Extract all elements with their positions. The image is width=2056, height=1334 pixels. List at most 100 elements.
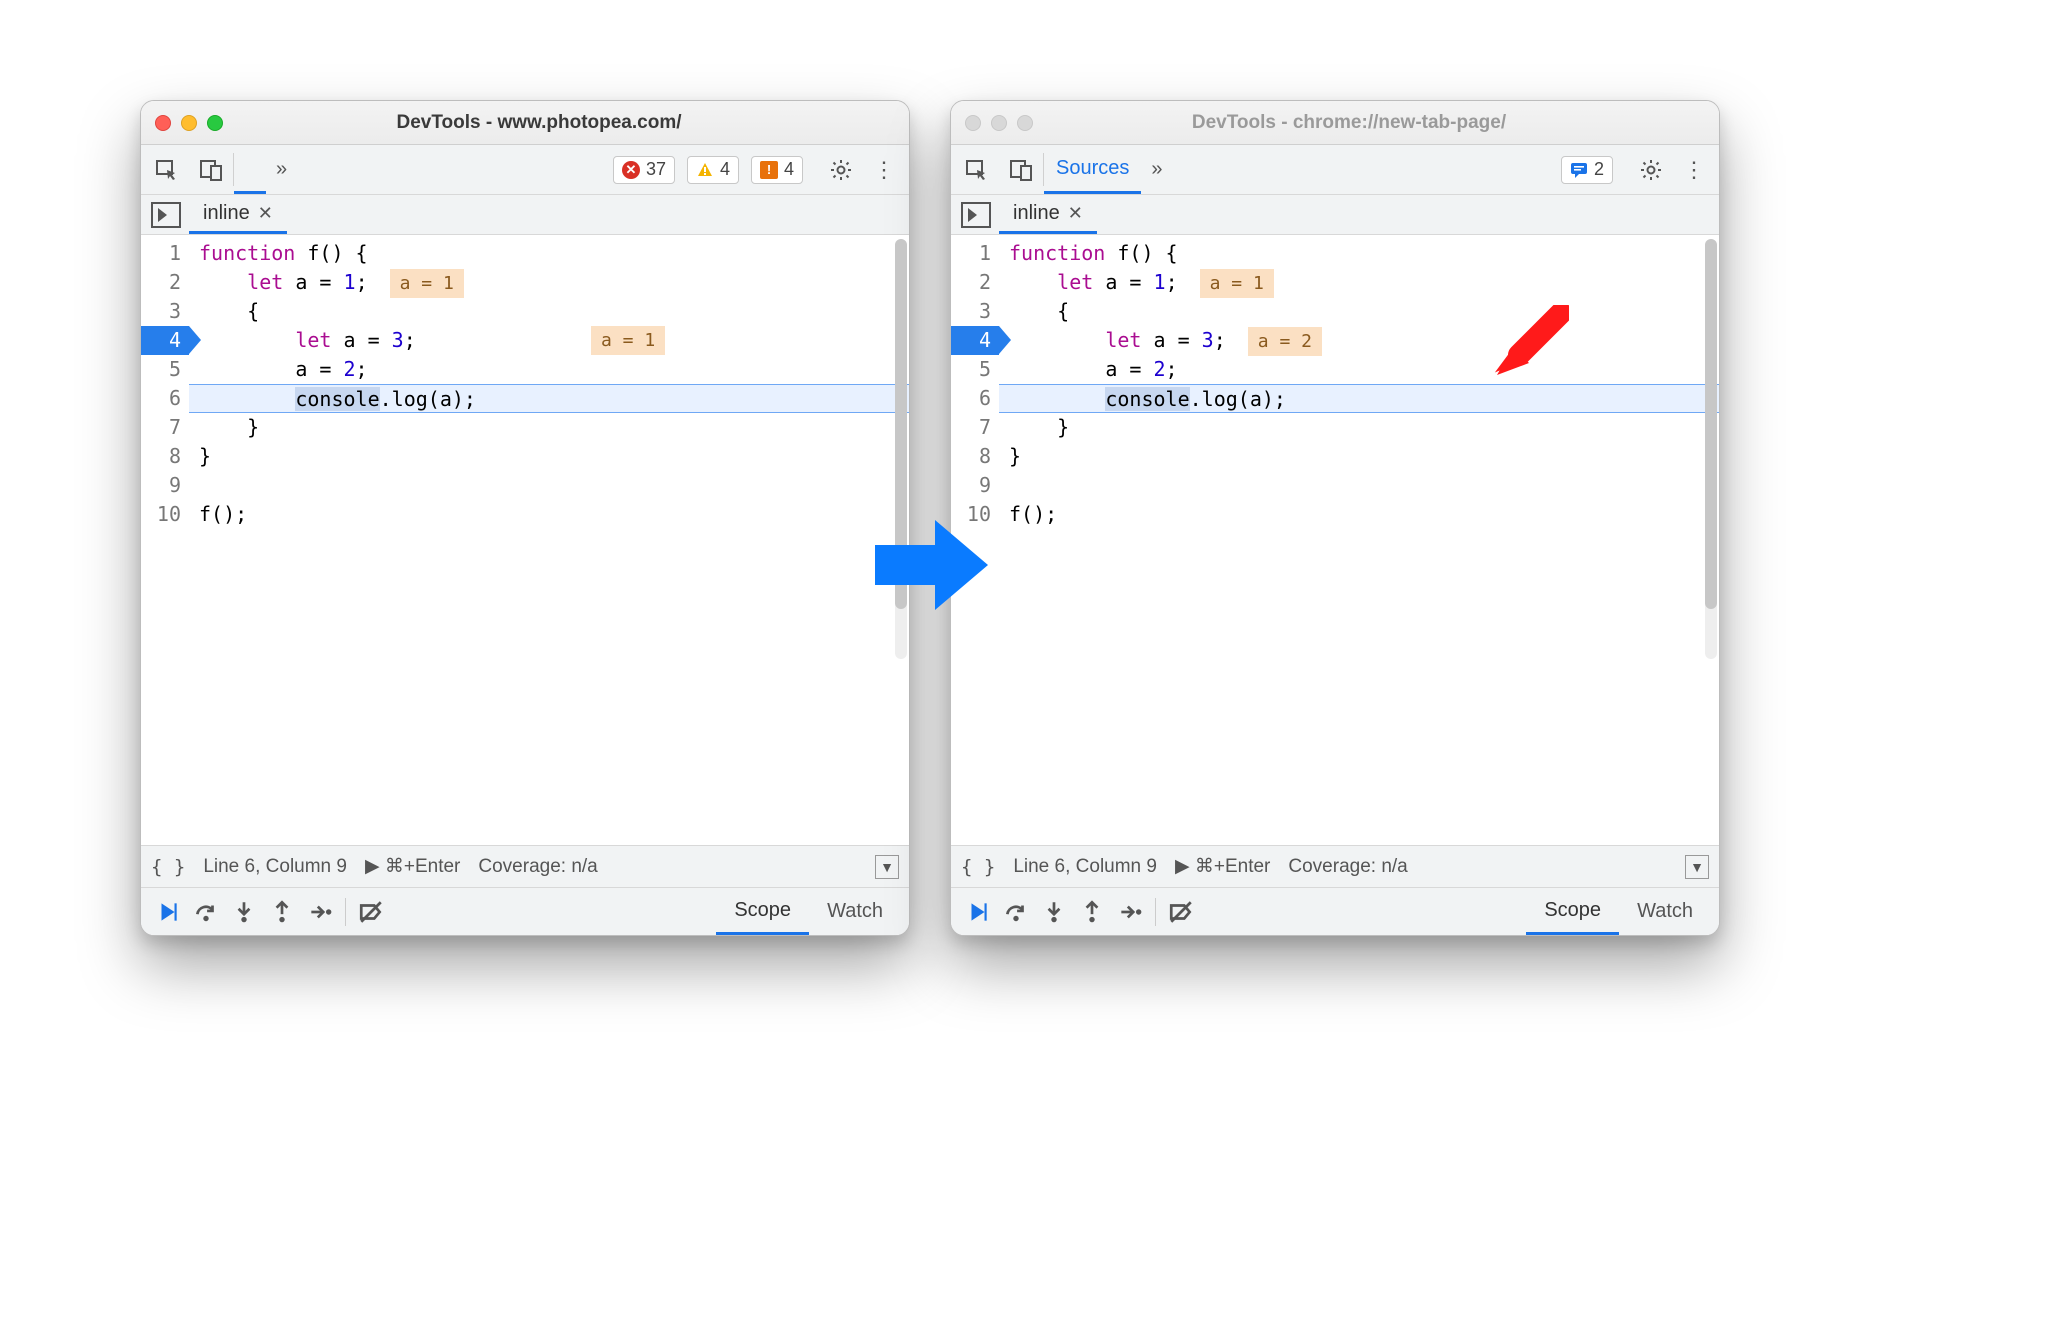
coverage-label: Coverage: n/a [1288, 856, 1407, 878]
line-number[interactable]: 3 [951, 297, 999, 326]
file-tabstrip: inline ✕ [951, 195, 1719, 235]
execution-line: console.log(a); [999, 384, 1719, 413]
device-icon [1009, 158, 1033, 182]
issue-icon: ! [760, 161, 778, 179]
line-number[interactable]: 2 [951, 268, 999, 297]
errors-count: 37 [646, 159, 666, 180]
step-into-button[interactable] [1035, 894, 1073, 930]
resume-icon [155, 899, 181, 925]
step-icon [307, 899, 333, 925]
step-button[interactable] [1111, 894, 1149, 930]
breakpoint-line-number[interactable]: 4 [141, 326, 189, 355]
close-dot[interactable] [965, 115, 981, 131]
status-bar: { } Line 6, Column 9 ▶ ⌘+Enter Coverage:… [141, 845, 909, 887]
file-tabstrip: inline ✕ [141, 195, 909, 235]
step-into-button[interactable] [225, 894, 263, 930]
file-tab-inline[interactable]: inline ✕ [189, 195, 287, 234]
code-body[interactable]: function f() { let a = 1;a = 1 { let a =… [999, 235, 1719, 845]
line-gutter[interactable]: 1 2 3 4 5 6 7 8 9 10 [141, 235, 189, 845]
errors-badge[interactable]: ✕ 37 [613, 156, 675, 184]
line-number[interactable]: 7 [141, 413, 189, 442]
comparison-stage: DevTools - www.photopea.com/ » ✕ 37 [140, 100, 1940, 1100]
line-number[interactable]: 3 [141, 297, 189, 326]
line-number[interactable]: 5 [141, 355, 189, 384]
step-out-button[interactable] [263, 894, 301, 930]
zoom-dot[interactable] [207, 115, 223, 131]
scope-tab[interactable]: Scope [716, 888, 809, 935]
more-tabs-button[interactable]: » [266, 145, 297, 194]
close-icon[interactable]: ✕ [258, 203, 273, 224]
inline-value-l2: a = 1 [1200, 269, 1274, 298]
step-over-button[interactable] [997, 894, 1035, 930]
kebab-menu-button[interactable]: ⋮ [1673, 145, 1715, 194]
navigator-button[interactable] [961, 202, 991, 228]
line-number[interactable]: 7 [951, 413, 999, 442]
line-number[interactable]: 10 [141, 500, 189, 529]
step-over-button[interactable] [187, 894, 225, 930]
warnings-badge[interactable]: 4 [687, 156, 739, 184]
file-tab-inline[interactable]: inline ✕ [999, 195, 1097, 234]
inspect-icon [965, 158, 989, 182]
breakpoints-icon [358, 899, 384, 925]
issues-badge[interactable]: ! 4 [751, 156, 803, 184]
line-number[interactable]: 1 [951, 239, 999, 268]
device-button[interactable] [999, 145, 1043, 194]
messages-badge[interactable]: 2 [1561, 156, 1613, 184]
line-number[interactable]: 6 [951, 384, 999, 413]
annotation-arrow-icon [1489, 305, 1569, 385]
watch-tab[interactable]: Watch [809, 888, 901, 935]
run-snippet-button[interactable]: ▶ ⌘+Enter [365, 855, 460, 878]
breakpoint-line-number[interactable]: 4 [951, 326, 999, 355]
inspect-button[interactable] [955, 145, 999, 194]
minimize-dot[interactable] [181, 115, 197, 131]
breakpoints-icon [1168, 899, 1194, 925]
line-number[interactable]: 6 [141, 384, 189, 413]
expand-button[interactable]: ▼ [875, 855, 899, 879]
settings-button[interactable] [819, 145, 863, 194]
sources-tab[interactable]: Sources [1044, 145, 1141, 194]
deactivate-breakpoints-button[interactable] [1162, 894, 1200, 930]
line-number[interactable]: 9 [141, 471, 189, 500]
expand-button[interactable]: ▼ [1685, 855, 1709, 879]
prettify-button[interactable]: { } [151, 856, 185, 878]
line-number[interactable]: 2 [141, 268, 189, 297]
run-snippet-button[interactable]: ▶ ⌘+Enter [1175, 855, 1270, 878]
prettify-button[interactable]: { } [961, 856, 995, 878]
step-out-button[interactable] [1073, 894, 1111, 930]
window-title: DevTools - chrome://new-tab-page/ [1051, 112, 1647, 134]
messages-count: 2 [1594, 159, 1604, 180]
warnings-count: 4 [720, 159, 730, 180]
settings-button[interactable] [1629, 145, 1673, 194]
window-title: DevTools - www.photopea.com/ [241, 112, 837, 134]
zoom-dot[interactable] [1017, 115, 1033, 131]
devtools-window-right: DevTools - chrome://new-tab-page/ Source… [950, 100, 1720, 936]
minimize-dot[interactable] [991, 115, 1007, 131]
deactivate-breakpoints-button[interactable] [352, 894, 390, 930]
resume-button[interactable] [149, 894, 187, 930]
line-number[interactable]: 8 [141, 442, 189, 471]
device-button[interactable] [189, 145, 233, 194]
active-panel-indicator[interactable] [234, 145, 266, 194]
scrollbar-thumb[interactable] [1705, 239, 1717, 609]
code-editor[interactable]: 1 2 3 4 5 6 7 8 9 10 function f() { let … [951, 235, 1719, 845]
navigator-button[interactable] [151, 202, 181, 228]
line-number[interactable]: 5 [951, 355, 999, 384]
close-icon[interactable]: ✕ [1068, 203, 1083, 224]
code-editor[interactable]: 1 2 3 4 5 6 7 8 9 10 function f() { let … [141, 235, 909, 845]
inspect-button[interactable] [145, 145, 189, 194]
line-number[interactable]: 1 [141, 239, 189, 268]
line-number[interactable]: 9 [951, 471, 999, 500]
gear-icon [1639, 158, 1663, 182]
more-tabs-button[interactable]: » [1141, 145, 1172, 194]
device-icon [199, 158, 223, 182]
cursor-position: Line 6, Column 9 [203, 856, 347, 878]
kebab-menu-button[interactable]: ⋮ [863, 145, 905, 194]
line-number[interactable]: 8 [951, 442, 999, 471]
resume-button[interactable] [959, 894, 997, 930]
message-icon [1570, 161, 1588, 179]
step-button[interactable] [301, 894, 339, 930]
scope-tab[interactable]: Scope [1526, 888, 1619, 935]
close-dot[interactable] [155, 115, 171, 131]
code-body[interactable]: function f() { let a = 1;a = 1 { let a =… [189, 235, 909, 845]
watch-tab[interactable]: Watch [1619, 888, 1711, 935]
